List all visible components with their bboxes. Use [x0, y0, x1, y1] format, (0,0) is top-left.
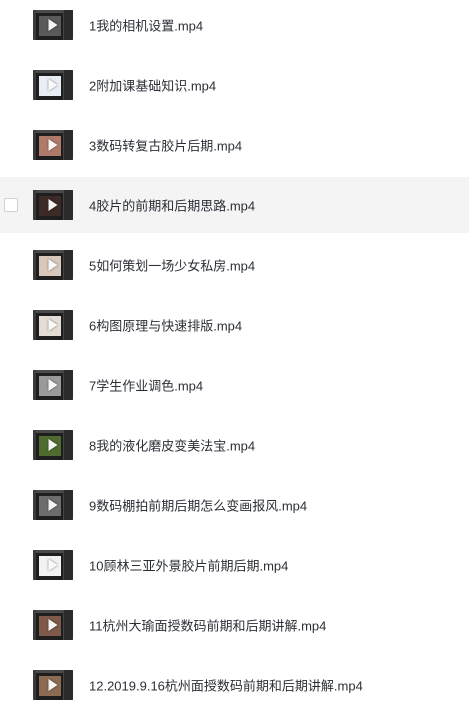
thumbnail-left-panel	[33, 550, 36, 580]
file-name: 3数码转复古胶片后期.mp4	[89, 138, 243, 154]
video-thumbnail[interactable]	[33, 310, 73, 340]
file-row[interactable]: 7学生作业调色.mp4	[0, 357, 469, 413]
video-thumbnail[interactable]	[33, 430, 73, 460]
video-thumbnail[interactable]	[33, 670, 73, 700]
file-name: 12.2019.9.16杭州面授数码前期和后期讲解.mp4	[89, 678, 363, 694]
file-name: 11杭州大瑜面授数码前期和后期讲解.mp4	[89, 618, 327, 634]
thumbnail-left-panel	[33, 70, 36, 100]
thumbnail-right-panel	[63, 70, 73, 100]
video-thumbnail[interactable]	[33, 490, 73, 520]
thumbnail-left-panel	[33, 370, 36, 400]
play-icon	[48, 619, 58, 631]
file-name: 9数码棚拍前期后期怎么变画报风.mp4	[89, 498, 308, 514]
file-row[interactable]: 3数码转复古胶片后期.mp4	[0, 117, 469, 173]
thumbnail-right-panel	[63, 250, 73, 280]
file-name: 7学生作业调色.mp4	[89, 378, 204, 394]
video-thumbnail[interactable]	[33, 610, 73, 640]
thumbnail-left-panel	[33, 670, 36, 700]
file-row[interactable]: 6构图原理与快速排版.mp4	[0, 297, 469, 353]
video-thumbnail[interactable]	[33, 70, 73, 100]
play-icon	[48, 379, 58, 391]
play-icon	[48, 199, 58, 211]
file-row[interactable]: 5如何策划一场少女私房.mp4	[0, 237, 469, 293]
video-thumbnail[interactable]	[33, 370, 73, 400]
file-name: 6构图原理与快速排版.mp4	[89, 318, 243, 334]
thumbnail-right-panel	[63, 130, 73, 160]
play-icon	[48, 79, 58, 91]
play-icon	[48, 319, 58, 331]
file-row[interactable]: 10顾林三亚外景胶片前期后期.mp4	[0, 537, 469, 593]
thumbnail-right-panel	[63, 370, 73, 400]
thumbnail-right-panel	[63, 610, 73, 640]
thumbnail-right-panel	[63, 550, 73, 580]
file-name: 2附加课基础知识.mp4	[89, 78, 217, 94]
thumbnail-right-panel	[63, 430, 73, 460]
file-row[interactable]: 9数码棚拍前期后期怎么变画报风.mp4	[0, 477, 469, 533]
video-thumbnail[interactable]	[33, 190, 73, 220]
video-thumbnail[interactable]	[33, 130, 73, 160]
play-icon	[48, 499, 58, 511]
file-row[interactable]: 4胶片的前期和后期思路.mp4	[0, 177, 469, 233]
thumbnail-left-panel	[33, 610, 36, 640]
thumbnail-left-panel	[33, 130, 36, 160]
thumbnail-left-panel	[33, 190, 36, 220]
file-row[interactable]: 12.2019.9.16杭州面授数码前期和后期讲解.mp4	[0, 657, 469, 713]
thumbnail-left-panel	[33, 250, 36, 280]
play-icon	[48, 19, 58, 31]
thumbnail-left-panel	[33, 490, 36, 520]
thumbnail-left-panel	[33, 10, 36, 40]
file-row[interactable]: 2附加课基础知识.mp4	[0, 57, 469, 113]
file-row[interactable]: 11杭州大瑜面授数码前期和后期讲解.mp4	[0, 597, 469, 653]
file-name: 1我的相机设置.mp4	[89, 18, 204, 34]
thumbnail-left-panel	[33, 430, 36, 460]
thumbnail-right-panel	[63, 10, 73, 40]
play-icon	[48, 559, 58, 571]
play-icon	[48, 679, 58, 691]
video-thumbnail[interactable]	[33, 10, 73, 40]
thumbnail-right-panel	[63, 310, 73, 340]
file-name: 10顾林三亚外景胶片前期后期.mp4	[89, 558, 289, 574]
play-icon	[48, 259, 58, 271]
select-checkbox[interactable]	[4, 198, 18, 212]
thumbnail-right-panel	[63, 670, 73, 700]
file-name: 5如何策划一场少女私房.mp4	[89, 258, 256, 274]
file-name: 8我的液化磨皮变美法宝.mp4	[89, 438, 256, 454]
thumbnail-right-panel	[63, 190, 73, 220]
thumbnail-right-panel	[63, 490, 73, 520]
play-icon	[48, 139, 58, 151]
file-name: 4胶片的前期和后期思路.mp4	[89, 198, 256, 214]
video-thumbnail[interactable]	[33, 250, 73, 280]
file-row[interactable]: 8我的液化磨皮变美法宝.mp4	[0, 417, 469, 473]
file-row[interactable]: 1我的相机设置.mp4	[0, 0, 469, 53]
video-thumbnail[interactable]	[33, 550, 73, 580]
file-list: 1我的相机设置.mp4 2附加课基础知识.mp4 3数码转复古胶片后期.mp4 4胶片…	[0, 0, 469, 714]
play-icon	[48, 439, 58, 451]
thumbnail-left-panel	[33, 310, 36, 340]
